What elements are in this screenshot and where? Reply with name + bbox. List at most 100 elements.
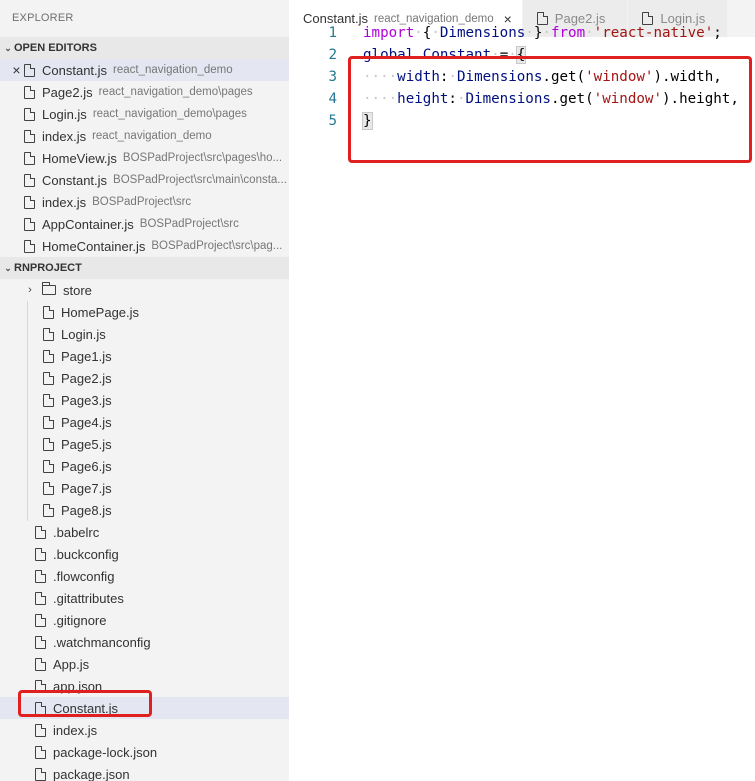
editor-file-name: Page2.js — [42, 84, 93, 100]
file-icon — [24, 151, 35, 165]
file-name: .gitattributes — [53, 590, 124, 606]
editor-file-path: BOSPadProject\src — [139, 218, 239, 230]
editor-file-name: HomeView.js — [42, 150, 117, 166]
file-highlight-annotation — [18, 690, 152, 717]
file-icon — [24, 239, 35, 253]
file-name: .babelrc — [53, 524, 100, 540]
file-icon — [35, 547, 46, 561]
file-icon — [35, 745, 46, 759]
file-icon — [35, 525, 46, 539]
file-icon — [35, 723, 46, 737]
editor-file-name: HomeContainer.js — [42, 238, 146, 254]
file-name: Login.js — [61, 326, 106, 342]
chevron-right-icon: › — [28, 284, 32, 296]
file-tree-item[interactable]: .gitattributes — [0, 587, 289, 609]
file-name: index.js — [53, 722, 98, 738]
editor-file-path: react_navigation_demo — [92, 130, 212, 142]
file-tree-item[interactable]: Page1.js — [0, 345, 289, 367]
file-icon — [43, 437, 54, 451]
file-tree-item[interactable]: package.json — [0, 763, 289, 781]
editor-file-name: Login.js — [42, 106, 87, 122]
file-name: Page3.js — [61, 392, 112, 408]
file-name: Page8.js — [61, 502, 112, 518]
file-tree-item[interactable]: Page7.js — [0, 477, 289, 499]
file-icon — [24, 129, 35, 143]
explorer-title: EXPLORER — [12, 12, 74, 24]
open-editors-header[interactable]: ⌄ OPEN EDITORS — [0, 37, 289, 59]
editor-file-name: index.js — [42, 128, 87, 144]
file-icon — [35, 635, 46, 649]
file-icon — [24, 195, 35, 209]
file-tree-item[interactable]: .watchmanconfig — [0, 631, 289, 653]
close-icon[interactable]: × — [9, 62, 24, 78]
editor-file-path: BOSPadProject\src — [92, 196, 192, 208]
open-editor-item[interactable]: Page2.js react_navigation_demo\pages — [0, 81, 289, 103]
file-tree-item[interactable]: Page2.js — [0, 367, 289, 389]
file-name: .buckconfig — [53, 546, 119, 562]
editor-file-path: BOSPadProject\src\main\consta... — [113, 174, 287, 186]
file-name: Page7.js — [61, 480, 112, 496]
editor-file-path: BOSPadProject\src\pages\ho... — [122, 152, 283, 164]
file-icon — [24, 217, 35, 231]
file-tree-item[interactable]: .gitignore — [0, 609, 289, 631]
file-tree-item[interactable]: Page5.js — [0, 433, 289, 455]
file-icon — [24, 107, 35, 121]
file-tree-item[interactable]: Login.js — [0, 323, 289, 345]
file-name: Page5.js — [61, 436, 112, 452]
open-editor-item[interactable]: Constant.js BOSPadProject\src\main\consta… — [0, 169, 289, 191]
editor-file-name: index.js — [42, 194, 87, 210]
open-editor-item[interactable]: HomeView.js BOSPadProject\src\pages\ho... — [0, 147, 289, 169]
file-name: package-lock.json — [53, 744, 158, 760]
editor-file-path: BOSPadProject\src\pag... — [151, 240, 283, 252]
file-icon — [35, 767, 46, 781]
open-editor-item[interactable]: AppContainer.js BOSPadProject\src — [0, 213, 289, 235]
file-icon — [43, 371, 54, 385]
editor-file-path: react_navigation_demo\pages — [98, 86, 253, 98]
file-name: Page2.js — [61, 370, 112, 386]
file-icon — [43, 415, 54, 429]
project-header[interactable]: ⌄ RNPROJECT — [0, 257, 289, 279]
chevron-down-icon: ⌄ — [4, 43, 12, 53]
file-icon — [35, 613, 46, 627]
file-name: Page6.js — [61, 458, 112, 474]
file-icon — [24, 173, 35, 187]
file-tree-item[interactable]: Page4.js — [0, 411, 289, 433]
file-name: .flowconfig — [53, 568, 115, 584]
file-tree-item[interactable]: Page8.js — [0, 499, 289, 521]
folder-store[interactable]: › store — [0, 279, 289, 301]
file-icon — [35, 657, 46, 671]
code-line-1: 1 import·{·Dimensions·}·from·'react-nati… — [328, 25, 722, 41]
file-tree-item[interactable]: .flowconfig — [0, 565, 289, 587]
file-icon — [43, 327, 54, 341]
folder-icon — [42, 282, 56, 295]
open-editor-item[interactable]: index.js react_navigation_demo — [0, 125, 289, 147]
file-name: .watchmanconfig — [53, 634, 151, 650]
file-tree-item[interactable]: index.js — [0, 719, 289, 741]
file-tree-item[interactable]: Page6.js — [0, 455, 289, 477]
file-name: .gitignore — [53, 612, 107, 628]
explorer-sidebar: EXPLORER ⌄ OPEN EDITORS × Constant.js reac… — [0, 0, 289, 781]
file-icon — [35, 591, 46, 605]
file-icon — [43, 393, 54, 407]
file-tree-item[interactable]: package-lock.json — [0, 741, 289, 763]
code-highlight-annotation — [348, 56, 752, 163]
file-name: Page4.js — [61, 414, 112, 430]
open-editors-list: × Constant.js react_navigation_demo Page2.j… — [0, 59, 289, 257]
editor-area: Constant.js react_navigation_demo × Page2.j… — [289, 0, 755, 781]
editor-file-path: react_navigation_demo — [113, 64, 233, 76]
file-tree-item[interactable]: .babelrc — [0, 521, 289, 543]
file-icon — [43, 481, 54, 495]
file-tree-item[interactable]: Page3.js — [0, 389, 289, 411]
file-icon — [43, 305, 54, 319]
file-tree-item[interactable]: .buckconfig — [0, 543, 289, 565]
open-editor-item[interactable]: Login.js react_navigation_demo\pages — [0, 103, 289, 125]
open-editor-item[interactable]: HomeContainer.js BOSPadProject\src\pag... — [0, 235, 289, 257]
open-editor-item[interactable]: index.js BOSPadProject\src — [0, 191, 289, 213]
editor-file-name: Constant.js — [42, 62, 108, 78]
file-tree-item[interactable]: HomePage.js — [0, 301, 289, 323]
file-name: package.json — [53, 766, 130, 781]
file-tree-item[interactable]: App.js — [0, 653, 289, 675]
editor-file-name: AppContainer.js — [42, 216, 134, 232]
open-editor-item[interactable]: × Constant.js react_navigation_demo — [0, 59, 289, 81]
file-name: Page1.js — [61, 348, 112, 364]
